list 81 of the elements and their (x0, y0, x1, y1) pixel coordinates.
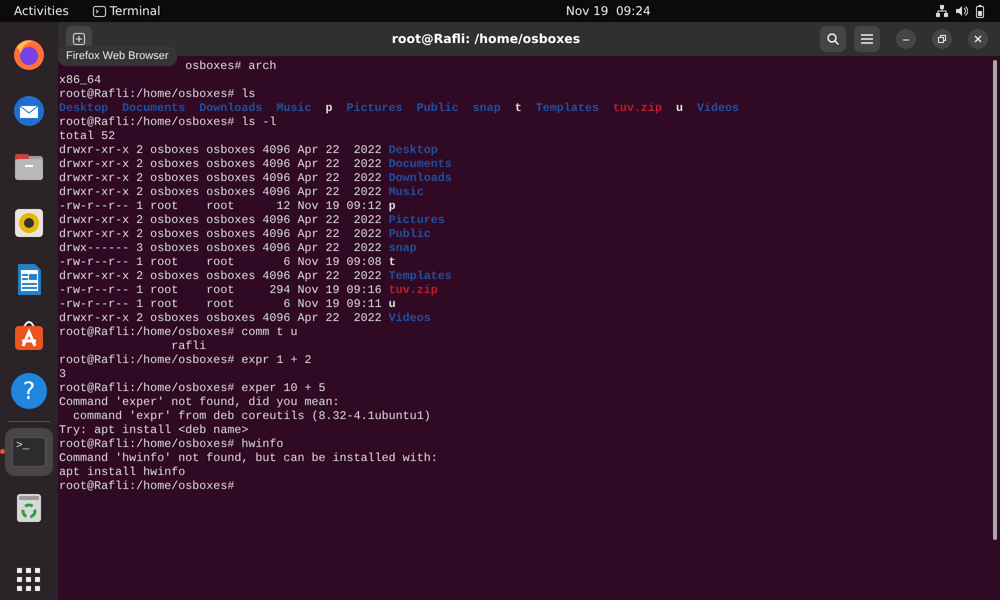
terminal-text: Documents (388, 157, 452, 171)
terminal-icon[interactable]: >_ (12, 437, 46, 467)
menu-button[interactable] (854, 26, 880, 52)
terminal-text: root@Rafli:/home/osboxes# expr 1 + 2 (59, 353, 312, 367)
volume-icon[interactable] (956, 5, 968, 17)
activities-button[interactable]: Activities (14, 2, 69, 20)
terminal-text: -rw-r--r-- 1 root root 294 Nov 19 09:16 (59, 283, 382, 297)
terminal-text: tuv.zip (388, 283, 438, 297)
terminal-text: Music (276, 101, 312, 115)
terminal-text: drwx------ 3 osboxes osboxes 4096 Apr 22 2022 (59, 241, 382, 255)
terminal-text: drwxr-xr-x 2 osboxes osboxes 4096 Apr 22 2022 (59, 143, 382, 157)
terminal-text: 3 (59, 367, 66, 381)
scrollbar[interactable] (993, 60, 997, 540)
terminal-text: -rw-r--r-- 1 root root 6 Nov 19 09:08 (59, 255, 382, 269)
help-icon[interactable]: ? (11, 373, 47, 409)
terminal-text: Pictures (388, 213, 445, 227)
window-title: root@Rafli: /home/osboxes (390, 30, 582, 48)
clock[interactable]: Nov 19 09:24 (446, 2, 651, 20)
terminal-text: rafli (170, 339, 206, 353)
terminal-text: snap (388, 241, 417, 255)
battery-icon[interactable] (976, 4, 984, 18)
terminal-text: Documents (122, 101, 186, 115)
search-icon (827, 33, 839, 45)
terminal-text: Command 'exper' not found, did you mean: (59, 395, 340, 409)
terminal-text: u (676, 101, 683, 115)
terminal-text: root@Rafli:/home/osboxes# (59, 479, 234, 493)
terminal-text: root@Rafli:/home/osboxes# ls -l (59, 115, 276, 129)
terminal-text: Public (388, 227, 431, 241)
terminal-text: Videos (696, 101, 740, 115)
terminal-text: p (325, 101, 332, 115)
terminal-text: root@Rafli:/home/osboxes# comm t u (59, 325, 298, 339)
firefox-icon[interactable] (11, 37, 47, 73)
search-button[interactable] (820, 26, 846, 52)
terminal-text: total 52 (59, 129, 116, 143)
terminal-text: x86_64 (59, 73, 102, 87)
terminal-text: t (388, 255, 396, 269)
app-grid-icon[interactable] (17, 568, 41, 592)
terminal-text: Templates (536, 101, 599, 115)
terminal-icon[interactable] (92, 6, 106, 16)
network-icon[interactable] (936, 5, 948, 17)
envelope-icon[interactable] (11, 93, 47, 129)
terminal-text: u (388, 297, 396, 311)
close-icon (973, 34, 983, 44)
terminal-text: drwxr-xr-x 2 osboxes osboxes 4096 Apr 22 2022 (59, 227, 382, 241)
app-menu[interactable]: Terminal (110, 2, 160, 20)
terminal-text: drwxr-xr-x 2 osboxes osboxes 4096 Apr 22 2022 (59, 311, 382, 325)
tooltip: Firefox Web Browser (58, 46, 176, 66)
terminal-text: Downloads (388, 171, 452, 185)
close-button[interactable] (968, 29, 988, 49)
terminal-text: osboxes# arch (184, 59, 276, 73)
terminal-text: root@Rafli:/home/osboxes# hwinfo (59, 437, 284, 451)
terminal-text: Downloads (199, 101, 262, 115)
terminal-text: Try: apt install <deb name> (59, 423, 248, 437)
terminal-text: Music (388, 185, 424, 199)
terminal-text: apt install hwinfo (59, 465, 186, 479)
terminal-text: tuv.zip (612, 101, 662, 115)
terminal-text: p (388, 199, 396, 213)
terminal-text: t (514, 101, 522, 115)
running-indicator (0, 449, 5, 454)
terminal-text: -rw-r--r-- 1 root root 12 Nov 19 09:12 (59, 199, 382, 213)
new-tab-icon (73, 33, 85, 45)
terminal-text: Command 'hwinfo' not found, but can be installed with: (59, 451, 438, 465)
restore-icon (937, 34, 947, 44)
terminal-text: Templates (388, 269, 452, 283)
terminal-text: Videos (388, 311, 431, 325)
terminal-text: drwxr-xr-x 2 osboxes osboxes 4096 Apr 22 2022 (59, 171, 382, 185)
terminal-text: root@Rafli:/home/osboxes# exper 10 + 5 (59, 381, 326, 395)
terminal-text: Public (416, 101, 459, 115)
terminal-text: Pictures (346, 101, 403, 115)
menu-icon (861, 34, 873, 44)
terminal-text: Desktop (388, 143, 438, 157)
terminal-text: snap (472, 101, 501, 115)
terminal-text: command 'expr' from deb coreutils (8.32-4.1ubuntu1) (72, 409, 431, 423)
terminal-text: drwxr-xr-x 2 osboxes osboxes 4096 Apr 22 2022 (59, 269, 382, 283)
maximize-button[interactable] (932, 29, 952, 49)
terminal-text: drwxr-xr-x 2 osboxes osboxes 4096 Apr 22 2022 (59, 213, 382, 227)
terminal-text: -rw-r--r-- 1 root root 6 Nov 19 09:11 (59, 297, 382, 311)
terminal-text: Desktop (59, 101, 108, 115)
terminal-text: drwxr-xr-x 2 osboxes osboxes 4096 Apr 22 2022 (59, 185, 382, 199)
terminal-text: drwxr-xr-x 2 osboxes osboxes 4096 Apr 22 2022 (59, 157, 382, 171)
terminal-text: root@Rafli:/home/osboxes# ls (59, 87, 256, 101)
